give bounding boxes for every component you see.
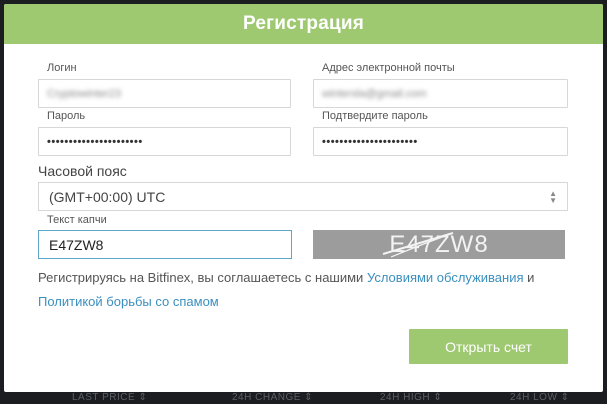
login-input[interactable]: Cryptowinter23 xyxy=(38,79,291,108)
confirm-password-label: Подтвердите пароль xyxy=(322,110,428,122)
email-value: wintersla@gmail.com xyxy=(322,87,427,100)
dialog-title: Регистрация xyxy=(242,13,365,34)
timezone-label: Часовой пояс xyxy=(38,163,127,179)
captcha-image: E47ZW8 xyxy=(313,230,565,259)
confirm-password-input[interactable]: •••••••••••••••••••••• xyxy=(313,127,568,156)
terms-prefix: Регистрируясь на Bitfinex, вы соглашаете… xyxy=(38,270,367,285)
terms-of-service-link[interactable]: Условиями обслуживания xyxy=(367,270,524,285)
anti-spam-policy-link[interactable]: Политикой борьбы со спамом xyxy=(38,294,219,309)
captcha-noise-lines xyxy=(382,232,454,258)
terms-text: Регистрируясь на Bitfinex, вы соглашаете… xyxy=(38,266,578,314)
captcha-input-value: E47ZW8 xyxy=(49,236,104,253)
login-value: Cryptowinter23 xyxy=(47,87,121,100)
password-input[interactable]: •••••••••••••••••••••• xyxy=(38,127,291,156)
password-label: Пароль xyxy=(47,110,86,122)
background-table-header: LAST PRICE ⇕ 24H CHANGE ⇕ 24H HIGH ⇕ 24H… xyxy=(0,392,607,404)
open-account-button[interactable]: Открыть счет xyxy=(409,329,568,364)
email-label: Адрес электронной почты xyxy=(322,62,455,74)
select-arrows-icon: ▲ ▼ xyxy=(549,188,557,205)
background-col-24h-low: 24H LOW ⇕ xyxy=(510,392,570,403)
timezone-select[interactable]: (GMT+00:00) UTC ▲ ▼ xyxy=(38,182,568,211)
terms-middle: и xyxy=(523,270,535,285)
timezone-value: (GMT+00:00) UTC xyxy=(49,188,166,205)
background-col-last-price: LAST PRICE ⇕ xyxy=(72,392,148,403)
background-col-24h-high: 24H HIGH ⇕ xyxy=(380,392,443,403)
captcha-label: Текст капчи xyxy=(47,214,107,226)
background-col-24h-change: 24H CHANGE ⇕ xyxy=(232,392,314,403)
confirm-password-value: •••••••••••••••••••••• xyxy=(322,135,418,148)
captcha-input[interactable]: E47ZW8 xyxy=(38,230,292,259)
email-input[interactable]: wintersla@gmail.com xyxy=(313,79,568,108)
registration-dialog: Регистрация Логин Cryptowinter23 Адрес э… xyxy=(4,4,603,392)
login-label: Логин xyxy=(47,62,77,74)
dialog-header: Регистрация xyxy=(4,4,603,44)
password-value: •••••••••••••••••••••• xyxy=(47,135,143,148)
